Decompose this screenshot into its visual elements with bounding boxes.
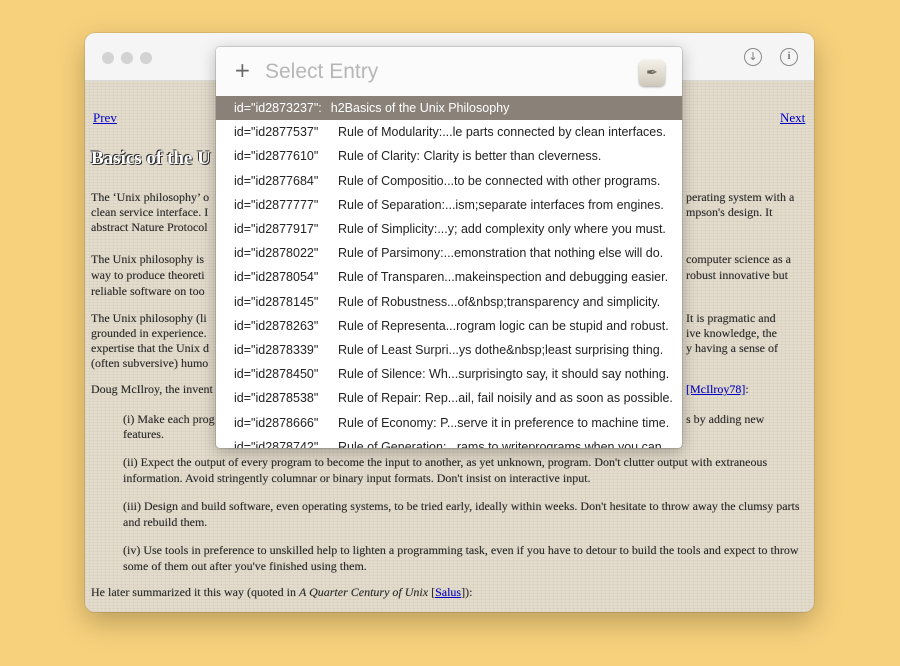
list-item[interactable]: id="id2878538" Rule of Repair: Rep...ail,… <box>216 386 682 410</box>
search-input[interactable] <box>265 58 625 86</box>
list-item[interactable]: id="id2873237": h2Basics of the Unix Phil… <box>216 96 682 121</box>
app-quill-icon: ✒ <box>639 60 665 86</box>
mcilroy-link[interactable]: [McIlroy78] <box>686 382 745 396</box>
entry-id: id="id2878263" <box>234 318 319 333</box>
entry-id: id="id2878339" <box>234 342 319 357</box>
entry-title: Rule of Compositio...to be connected wit… <box>338 173 661 188</box>
entry-title: Rule of Parsimony:...emonstration that n… <box>338 246 664 261</box>
list-item-iv: (iv) Use tools in preference to unskille… <box>123 543 799 573</box>
entry-id: id="id2878538" <box>234 391 319 406</box>
popup-header: + ✒ <box>216 47 682 96</box>
list-item[interactable]: id="id2877917" Rule of Simplicity:...y; a… <box>216 217 682 241</box>
entry-title: Rule of Least Surpri...ys dothe&nbsp;lea… <box>338 342 664 357</box>
entry-title: Rule of Economy: P...serve it in prefere… <box>338 415 670 430</box>
entry-id: id="id2878450" <box>234 367 319 382</box>
zoom-window-button[interactable] <box>140 52 152 64</box>
select-entry-popup: + ✒ id="id2873237": h2Basics of the Unix … <box>216 47 682 448</box>
paragraph-fragment: robust innovative but <box>686 268 788 282</box>
paragraph-fragment: perating system with a <box>686 190 795 204</box>
entry-title: Rule of Modularity:...le parts connected… <box>338 125 666 140</box>
paragraph-fragment: mpson's design. It <box>686 205 773 219</box>
list-item[interactable]: id="id2877610" Rule of Clarity: Clarity i… <box>216 144 682 168</box>
entry-id: id="id2878054" <box>234 270 319 285</box>
minimize-window-button[interactable] <box>121 52 133 64</box>
paragraph-fragment: computer science as a <box>686 252 791 266</box>
entry-id: id="id2878742" <box>234 439 319 448</box>
entry-id: id="id2878666" <box>234 415 319 430</box>
next-link[interactable]: Next <box>780 110 805 126</box>
entry-id: id="id2877777" <box>234 197 319 212</box>
entry-list[interactable]: id="id2873237": h2Basics of the Unix Phil… <box>216 96 682 448</box>
citation-colon: : <box>745 382 749 396</box>
closing-line: He later summarized it this way (quoted … <box>91 585 473 599</box>
list-item-ii: (ii) Expect the output of every program … <box>123 455 768 485</box>
entry-id: id="id2877537" <box>234 125 319 140</box>
closing-text: He later summarized it this way (quoted … <box>91 585 299 599</box>
entry-title: Rule of Robustness...of&nbsp;transparenc… <box>338 294 661 309</box>
entry-title: Rule of Clarity: Clarity is better than … <box>338 149 602 164</box>
paragraph-fragment: It is pragmatic and <box>686 311 776 325</box>
list-item[interactable]: id="id2878666" Rule of Economy: P...serve… <box>216 410 682 434</box>
add-entry-button[interactable]: + <box>234 58 251 82</box>
list-item[interactable]: id="id2877537" Rule of Modularity:...le p… <box>216 120 682 144</box>
list-item-i-fragment: s by adding new <box>686 412 765 426</box>
book-title: A Quarter Century of Unix <box>298 585 429 599</box>
entry-id: id="id2873237": <box>234 101 322 116</box>
entry-id: id="id2878022" <box>234 246 319 261</box>
entry-id: id="id2878145" <box>234 294 319 309</box>
list-item[interactable]: id="id2878022" Rule of Parsimony:...emons… <box>216 241 682 265</box>
prev-link[interactable]: Prev <box>93 110 117 126</box>
entry-title: Rule of Silence: Wh...surprisingto say, … <box>338 367 670 382</box>
entry-title: Rule of Repair: Rep...ail, fail noisily … <box>338 391 673 406</box>
entry-id: id="id2877610" <box>234 149 319 164</box>
entry-title: Rule of Representa...rogram logic can be… <box>338 318 669 333</box>
list-item[interactable]: id="id2878742" Rule of Generation:...rams… <box>216 435 682 448</box>
paragraph-fragment: ive knowledge, the <box>686 326 777 340</box>
paragraph-fragment: y having a sense of <box>686 341 778 355</box>
entry-title: Rule of Transparen...makeinspection and … <box>338 270 669 285</box>
entry-title: h2Basics of the Unix Philosophy <box>330 101 510 116</box>
list-item[interactable]: id="id2878263" Rule of Representa...rogra… <box>216 314 682 338</box>
entry-title: Rule of Separation:...ism;separate inter… <box>338 197 664 212</box>
download-icon[interactable]: ↓ <box>744 48 762 66</box>
list-item[interactable]: id="id2878145" Rule of Robustness...of&nb… <box>216 290 682 314</box>
entry-title: Rule of Simplicity:...y; add complexity … <box>338 222 666 237</box>
citation-line: [McIlroy78]: <box>686 382 808 398</box>
entry-id: id="id2877917" <box>234 222 319 237</box>
list-item[interactable]: id="id2877684" Rule of Compositio...to be… <box>216 169 682 193</box>
entry-title: Rule of Generation:...rams to writeprogr… <box>338 439 666 448</box>
list-item-iii: (iii) Design and build software, even op… <box>123 499 800 529</box>
info-icon[interactable]: i <box>780 48 798 66</box>
close-window-button[interactable] <box>102 52 114 64</box>
list-item[interactable]: id="id2877777" Rule of Separation:...ism;… <box>216 193 682 217</box>
entry-id: id="id2877684" <box>234 173 319 188</box>
page-title: Basics of the U <box>91 148 211 169</box>
salus-link[interactable]: Salus <box>435 585 461 599</box>
list-item[interactable]: id="id2878054" Rule of Transparen...makei… <box>216 265 682 289</box>
list-item[interactable]: id="id2878339" Rule of Least Surpri...ys … <box>216 338 682 362</box>
closing-end: ]): <box>461 585 473 599</box>
list-item[interactable]: id="id2878450" Rule of Silence: Wh...surp… <box>216 362 682 386</box>
